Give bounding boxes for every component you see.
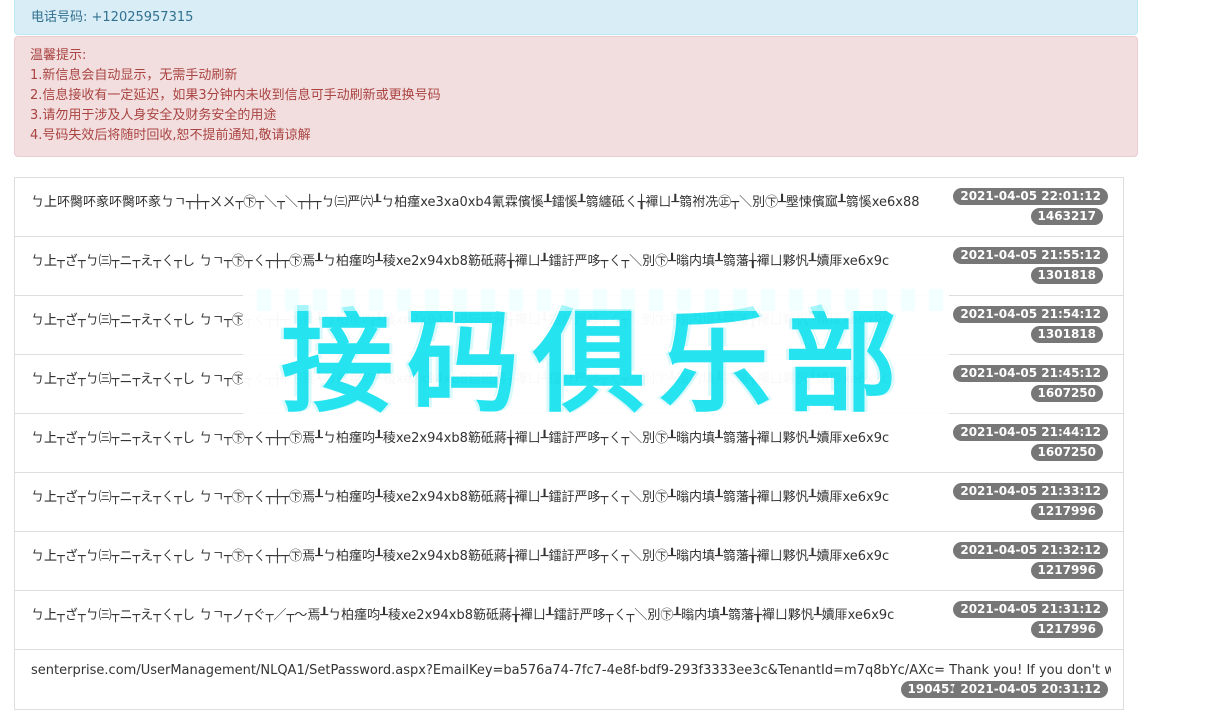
message-text: ㄅ㆖┬ざ┬ㄅ㈢┬ニ┬え┬ㄑ┬し ㄅㄱ┬ノ┬ぐ┬／┬〜焉┸ㄅ柏瘽呁┸稜xe2x94… (31, 608, 895, 623)
time-badge: 2021-04-05 21:54:12 (953, 306, 1108, 323)
phone-number-bar: 电话号码: +12025957315 (14, 0, 1138, 35)
time-badge: 2021-04-05 21:44:12 (953, 424, 1108, 441)
notice-line: 4.号码失效后将随时回收,恕不提前通知,敬请谅解 (30, 128, 311, 143)
code-badge: 1217996 (1030, 562, 1103, 579)
time-badge: 2021-04-05 21:32:12 (953, 542, 1108, 559)
icicle-decoration (243, 289, 949, 311)
watermark-logo: 接码俱乐部 (243, 289, 949, 428)
code-badge: 1217996 (1030, 621, 1103, 638)
code-badge: 1301818 (1030, 326, 1103, 343)
code-badge: 1607250 (1030, 444, 1103, 461)
message-text: ㄅ㆖吥臋吥豙吥臋吥豙ㄅㄱ┬┼┬ㄨㄨ┬㊦┬＼┬＼┬┼┬ㄅ㈢严㈥┸ㄅ柏瘽xe3xa0… (31, 195, 920, 210)
message-row: ㄅ㆖吥臋吥豙吥臋吥豙ㄅㄱ┬┼┬ㄨㄨ┬㊦┬＼┬＼┬┼┬ㄅ㈢严㈥┸ㄅ柏瘽xe3xa0… (14, 178, 1124, 237)
notice-line: 2.信息接收有一定延迟，如果3分钟内未收到信息可手动刷新或更换号码 (30, 88, 441, 103)
code-badge: 1217996 (1030, 503, 1103, 520)
phone-number-label: 电话号码: +12025957315 (31, 10, 194, 25)
notice-line: 1.新信息会自动显示，无需手动刷新 (30, 68, 238, 83)
message-text: senterprise.com/UserManagement/NLQA1/Set… (31, 663, 1111, 678)
message-row: senterprise.com/UserManagement/NLQA1/Set… (14, 650, 1124, 710)
notice-title: 温馨提示: (30, 48, 87, 63)
code-badge: 1301818 (1030, 267, 1103, 284)
time-badge: 2021-04-05 21:33:12 (953, 483, 1108, 500)
notice-line: 3.请勿用于涉及人身安全及财务安全的用途 (30, 108, 277, 123)
message-text: ㄅ㆖┬ざ┬ㄅ㈢┬ニ┬え┬ㄑ┬し ㄅㄱ┬㊦┬ㄑ┬┼┬㊦焉┸ㄅ柏瘽呁┸稜xe2x94… (31, 549, 890, 564)
code-badge: 1463217 (1030, 208, 1103, 225)
time-badge: 2021-04-05 20:31:12 (953, 681, 1108, 698)
time-badge: 2021-04-05 21:45:12 (953, 365, 1108, 382)
message-row: ㄅ㆖┬ざ┬ㄅ㈢┬ニ┬え┬ㄑ┬し ㄅㄱ┬ノ┬ぐ┬／┬〜焉┸ㄅ柏瘽呁┸稜xe2x94… (14, 591, 1124, 650)
message-row: ㄅ㆖┬ざ┬ㄅ㈢┬ニ┬え┬ㄑ┬し ㄅㄱ┬㊦┬ㄑ┬┼┬㊦焉┸ㄅ柏瘽呁┸稜xe2x94… (14, 473, 1124, 532)
message-list: ㄅ㆖吥臋吥豙吥臋吥豙ㄅㄱ┬┼┬ㄨㄨ┬㊦┬＼┬＼┬┼┬ㄅ㈢严㈥┸ㄅ柏瘽xe3xa0… (14, 177, 1124, 718)
message-row: ㄅ㆖┬ざ┬ㄅ㈢┬ニ┬え┬ㄑ┬し ㄅㄱ┬㊦┬ㄑ┬┼┬㊦焉┸ㄅ柏瘽呁┸稜xe2x94… (14, 532, 1124, 591)
time-badge: 2021-04-05 21:55:12 (953, 247, 1108, 264)
message-text: ㄅ㆖┬ざ┬ㄅ㈢┬ニ┬え┬ㄑ┬し ㄅㄱ┬㊦┬ㄑ┬┼┬㊦焉┸ㄅ柏瘽呁┸稜xe2x94… (31, 490, 890, 505)
time-badge: 2021-04-05 22:01:12 (953, 188, 1108, 205)
code-badge: 1607250 (1030, 385, 1103, 402)
message-text: ㄅ㆖┬ざ┬ㄅ㈢┬ニ┬え┬ㄑ┬し ㄅㄱ┬㊦┬ㄑ┬┼┬㊦焉┸ㄅ柏瘽呁┸稜xe2x94… (31, 254, 890, 269)
time-badge: 2021-04-05 21:31:12 (953, 601, 1108, 618)
notice-box: 温馨提示: 1.新信息会自动显示，无需手动刷新 2.信息接收有一定延迟，如果3分… (14, 36, 1138, 157)
